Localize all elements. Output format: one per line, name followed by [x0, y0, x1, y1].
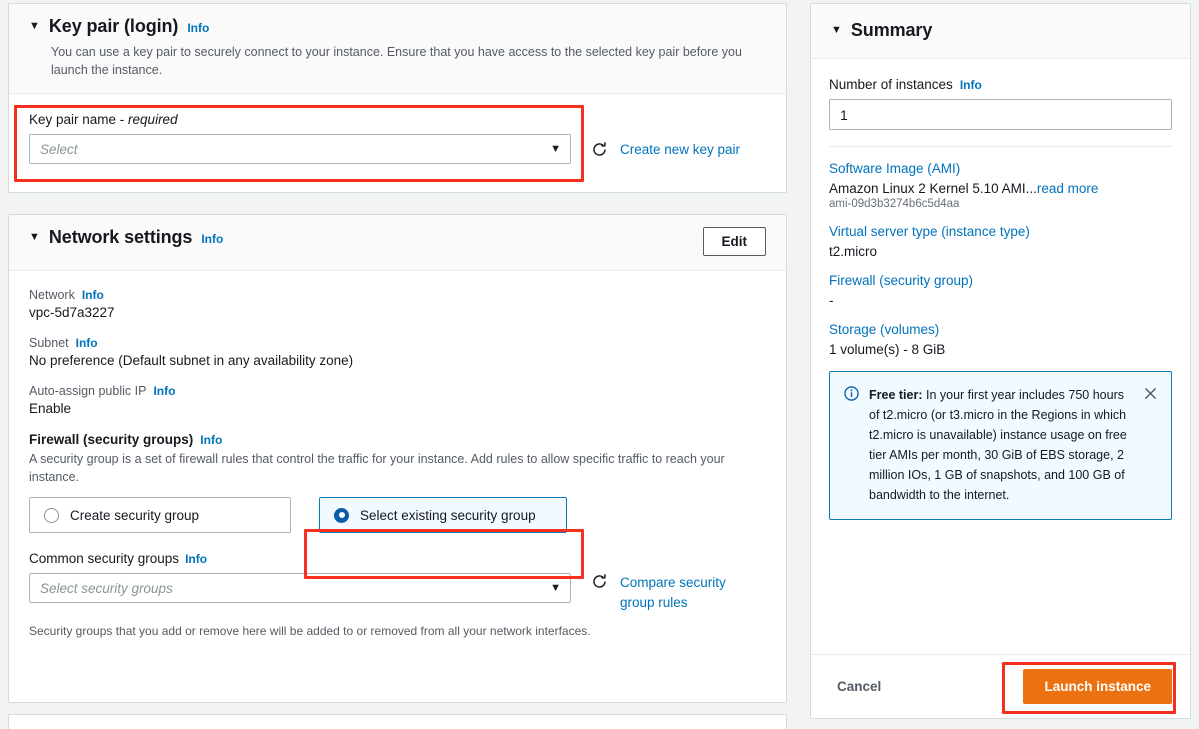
network-settings-info-link[interactable]: Info [201, 232, 223, 246]
auto-assign-ip-label: Auto-assign public IP [29, 384, 146, 398]
launch-instance-page: ▼ Key pair (login) Info You can use a ke… [0, 0, 1199, 729]
key-pair-header: ▼ Key pair (login) Info You can use a ke… [9, 4, 786, 94]
common-security-groups-select[interactable]: Select security groups ▼ [29, 573, 571, 603]
launch-instance-button[interactable]: Launch instance [1023, 669, 1172, 704]
number-of-instances-input[interactable] [829, 99, 1172, 130]
common-security-groups-label-row: Common security groups Info [29, 551, 766, 566]
key-pair-title: Key pair (login) [49, 16, 178, 37]
summary-item-firewall: Firewall (security group) - [829, 273, 1172, 308]
summary-item-ami: Software Image (AMI) Amazon Linux 2 Kern… [829, 161, 1172, 210]
software-image-ami-value-row: Amazon Linux 2 Kernel 5.10 AMI...read mo… [829, 181, 1172, 196]
radio-select-existing-label: Select existing security group [360, 508, 536, 523]
network-label-row: Network Info [29, 288, 766, 302]
network-label: Network [29, 288, 75, 302]
radio-create-security-group-label: Create security group [70, 508, 199, 523]
info-circle-icon [844, 386, 859, 401]
auto-assign-ip-label-row: Auto-assign public IP Info [29, 384, 766, 398]
close-icon[interactable] [1138, 385, 1159, 400]
summary-firewall-value: - [829, 293, 1172, 308]
number-of-instances-label-row: Number of instances Info [829, 77, 1172, 92]
key-pair-body: Key pair name - required Select ▼ Create… [9, 94, 786, 184]
key-pair-select-placeholder: Select [40, 142, 78, 157]
network-settings-title: Network settings [49, 227, 192, 248]
create-new-key-pair-link[interactable]: Create new key pair [620, 142, 740, 157]
chevron-down-icon[interactable]: ▼ [550, 143, 561, 155]
key-pair-description: You can use a key pair to securely conne… [51, 43, 766, 79]
free-tier-alert: Free tier: In your first year includes 7… [829, 371, 1172, 520]
free-tier-title: Free tier: [869, 388, 923, 402]
instance-type-link[interactable]: Virtual server type (instance type) [829, 224, 1172, 239]
common-security-groups-label: Common security groups [29, 551, 179, 566]
key-pair-name-label: Key pair name - required [29, 112, 766, 127]
next-section-panel [8, 714, 787, 729]
compare-security-group-rules-link[interactable]: Compare security group rules [620, 573, 750, 612]
summary-divider [829, 146, 1172, 147]
edit-network-settings-button[interactable]: Edit [703, 227, 767, 256]
chevron-down-icon[interactable]: ▼ [550, 582, 561, 594]
key-pair-info-link[interactable]: Info [187, 21, 209, 35]
network-settings-body: Network Info vpc-5d7a3227 Subnet Info No… [9, 271, 786, 654]
storage-volumes-link[interactable]: Storage (volumes) [829, 322, 1172, 337]
ami-id: ami-09d3b3274b6c5d4aa [829, 198, 1172, 210]
key-pair-name-label-text: Key pair name - [29, 112, 128, 127]
refresh-security-groups-icon[interactable] [591, 573, 608, 590]
summary-title: Summary [851, 20, 932, 41]
firewall-label: Firewall (security groups) [29, 432, 193, 447]
free-tier-body: In your first year includes 750 hours of… [869, 388, 1127, 502]
storage-volumes-value: 1 volume(s) - 8 GiB [829, 342, 1172, 357]
summary-body: Number of instances Info Software Image … [811, 59, 1190, 654]
radio-select-existing-security-group[interactable]: Select existing security group [319, 497, 567, 533]
firewall-option-group: Create security group Select existing se… [29, 497, 766, 533]
summary-header: ▼ Summary [811, 4, 1190, 59]
software-image-ami-link[interactable]: Software Image (AMI) [829, 161, 1172, 176]
key-pair-section: ▼ Key pair (login) Info You can use a ke… [8, 3, 787, 193]
summary-footer: Cancel Launch instance [811, 654, 1190, 718]
summary-item-storage: Storage (volumes) 1 volume(s) - 8 GiB [829, 322, 1172, 357]
subnet-label-row: Subnet Info [29, 336, 766, 350]
software-image-ami-value: Amazon Linux 2 Kernel 5.10 AMI... [829, 181, 1037, 196]
security-groups-note: Security groups that you add or remove h… [29, 624, 766, 638]
instance-type-value: t2.micro [829, 244, 1172, 259]
network-settings-header: ▼ Network settings Info Edit [9, 215, 786, 271]
firewall-description: A security group is a set of firewall ru… [29, 450, 729, 486]
common-security-groups-placeholder: Select security groups [40, 581, 173, 596]
summary-firewall-link[interactable]: Firewall (security group) [829, 273, 1172, 288]
summary-item-instance-type: Virtual server type (instance type) t2.m… [829, 224, 1172, 259]
network-value: vpc-5d7a3227 [29, 305, 766, 320]
free-tier-text: Free tier: In your first year includes 7… [869, 385, 1128, 505]
ami-read-more-link[interactable]: read more [1037, 181, 1099, 196]
common-security-groups-info-link[interactable]: Info [185, 552, 207, 566]
radio-create-security-group[interactable]: Create security group [29, 497, 291, 533]
cancel-button[interactable]: Cancel [829, 673, 889, 700]
firewall-info-link[interactable]: Info [200, 433, 222, 447]
collapse-caret-icon[interactable]: ▼ [29, 232, 40, 243]
key-pair-select[interactable]: Select ▼ [29, 134, 571, 164]
firewall-label-row: Firewall (security groups) Info [29, 432, 766, 447]
auto-assign-ip-info-link[interactable]: Info [153, 384, 175, 398]
summary-panel: ▼ Summary Number of instances Info Softw… [810, 3, 1191, 719]
collapse-caret-icon[interactable]: ▼ [831, 25, 842, 36]
network-settings-section: ▼ Network settings Info Edit Network Inf… [8, 214, 787, 703]
subnet-info-link[interactable]: Info [76, 336, 98, 350]
radio-unselected-icon [44, 508, 59, 523]
radio-selected-icon [334, 508, 349, 523]
number-of-instances-info-link[interactable]: Info [960, 78, 982, 92]
auto-assign-ip-value: Enable [29, 401, 766, 416]
key-pair-required-text: required [128, 112, 178, 127]
subnet-label: Subnet [29, 336, 69, 350]
collapse-caret-icon[interactable]: ▼ [29, 21, 40, 32]
refresh-key-pairs-icon[interactable] [591, 141, 608, 158]
number-of-instances-label: Number of instances [829, 77, 953, 92]
network-info-link[interactable]: Info [82, 288, 104, 302]
subnet-value: No preference (Default subnet in any ava… [29, 353, 766, 368]
